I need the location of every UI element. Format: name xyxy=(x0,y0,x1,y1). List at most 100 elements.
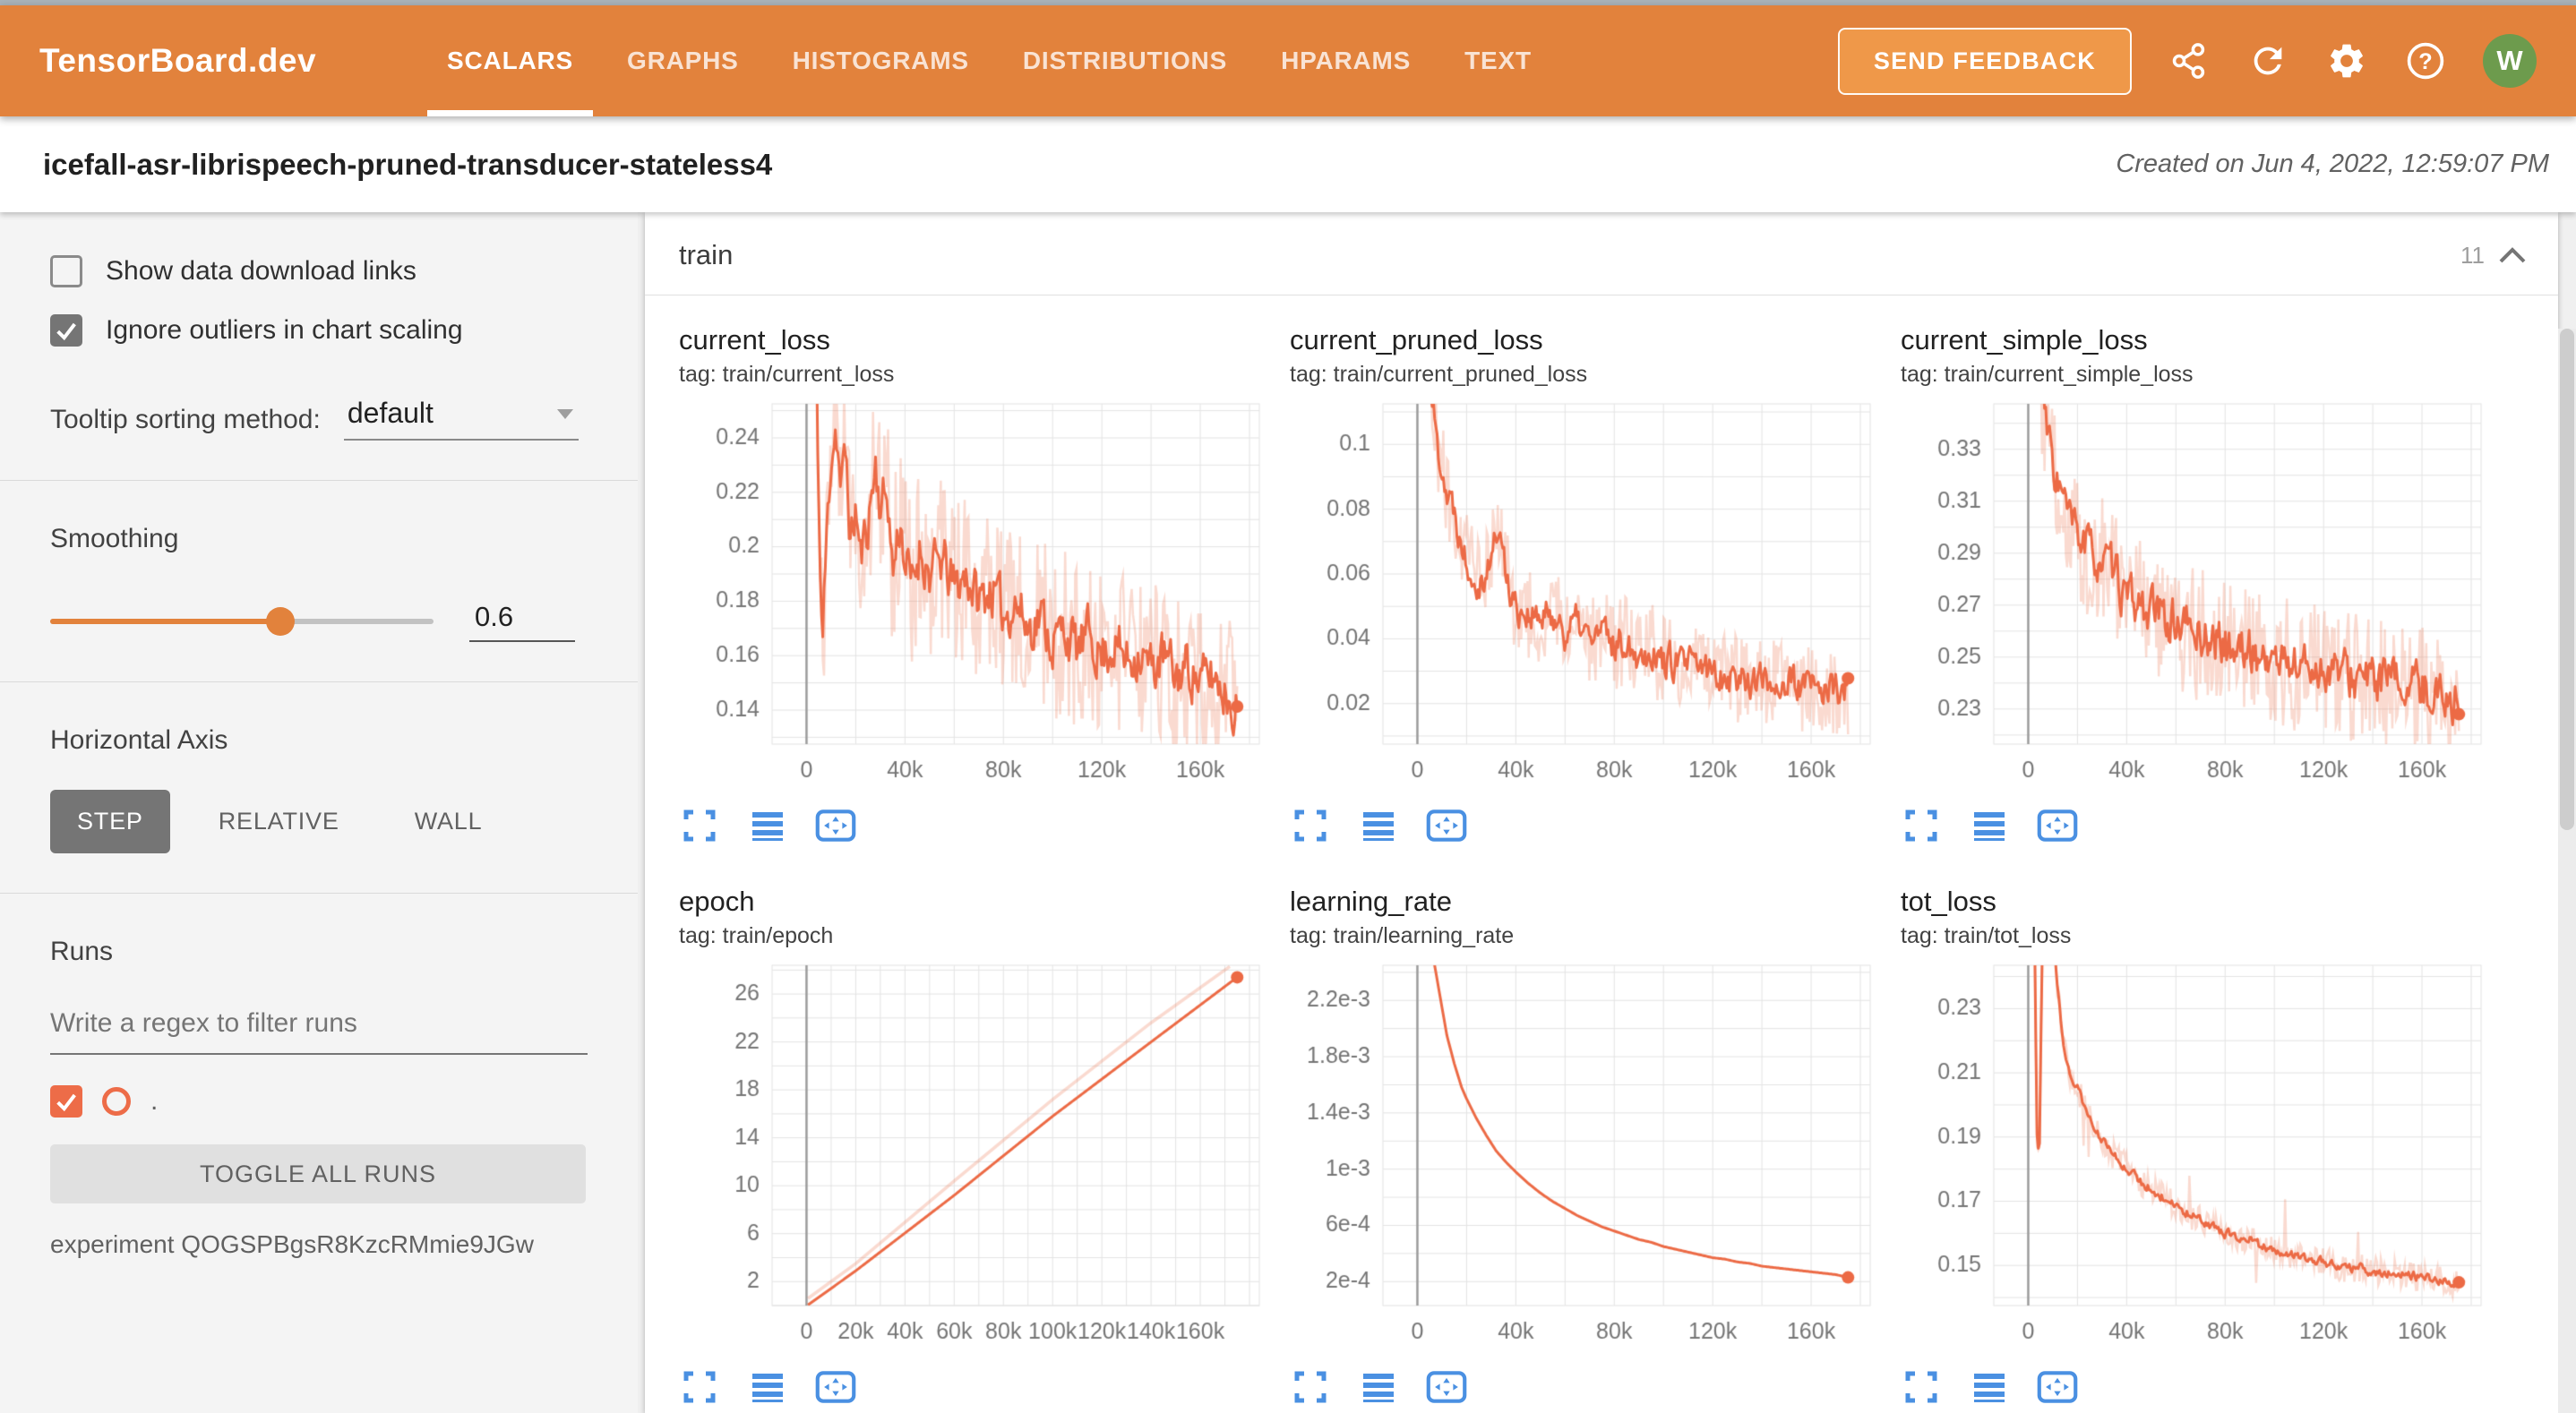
log-scale-toggle-icon[interactable] xyxy=(1358,1366,1399,1408)
chevron-down-icon xyxy=(555,407,575,420)
chart-card: current_loss tag: train/current_loss xyxy=(679,324,1270,846)
checkbox-checked-icon[interactable] xyxy=(50,314,82,347)
log-scale-toggle-icon[interactable] xyxy=(1969,805,2010,846)
tab-hparams[interactable]: HPARAMS xyxy=(1254,5,1438,116)
chart-card: current_pruned_loss tag: train/current_p… xyxy=(1290,324,1881,846)
chevron-up-icon xyxy=(2497,245,2528,265)
fit-domain-icon[interactable] xyxy=(1426,1366,1467,1408)
expand-chart-icon[interactable] xyxy=(679,1366,720,1408)
expand-chart-icon[interactable] xyxy=(1290,805,1331,846)
chart-card: learning_rate tag: train/learning_rate xyxy=(1290,886,1881,1408)
user-avatar[interactable]: W xyxy=(2483,34,2537,88)
chart-card: current_simple_loss tag: train/current_s… xyxy=(1901,324,2492,846)
axis-relative-button[interactable]: RELATIVE xyxy=(192,790,366,853)
app-logo: TensorBoard.dev xyxy=(39,42,316,80)
chart-actions xyxy=(1901,805,2492,846)
fit-domain-icon[interactable] xyxy=(2037,1366,2078,1408)
chart-actions xyxy=(679,1366,1270,1408)
tab-distributions[interactable]: DISTRIBUTIONS xyxy=(996,5,1254,116)
svg-text:?: ? xyxy=(2418,49,2432,74)
navbar-actions: SEND FEEDBACK ? W xyxy=(1838,28,2537,95)
send-feedback-button[interactable]: SEND FEEDBACK xyxy=(1838,28,2132,95)
expand-chart-icon[interactable] xyxy=(1901,805,1942,846)
checkbox-unchecked-icon[interactable] xyxy=(50,255,82,287)
smoothing-slider-thumb[interactable] xyxy=(266,607,295,636)
log-scale-toggle-icon[interactable] xyxy=(1969,1366,2010,1408)
chart-actions xyxy=(1290,1366,1881,1408)
experiment-header: icefall-asr-librispeech-pruned-transduce… xyxy=(0,116,2576,212)
smoothing-slider[interactable] xyxy=(50,619,434,624)
tooltip-sorting-select[interactable]: default xyxy=(344,397,579,441)
chart-canvas[interactable] xyxy=(1901,958,2492,1363)
chart-actions xyxy=(679,805,1270,846)
tab-histograms[interactable]: HISTOGRAMS xyxy=(766,5,996,116)
refresh-icon[interactable] xyxy=(2246,39,2289,82)
vertical-scrollbar[interactable] xyxy=(2558,329,2576,1413)
run-color-swatch[interactable] xyxy=(102,1087,131,1116)
checkbox-label: Ignore outliers in chart scaling xyxy=(106,315,463,346)
chart-title: current_pruned_loss xyxy=(1290,324,1881,356)
log-scale-toggle-icon[interactable] xyxy=(747,1366,788,1408)
chart-tag: tag: train/current_pruned_loss xyxy=(1290,362,1881,388)
content-area: Show data download links Ignore outliers… xyxy=(0,212,2576,1413)
smoothing-label: Smoothing xyxy=(50,524,588,554)
settings-gear-icon[interactable] xyxy=(2325,39,2368,82)
horizontal-axis-label: Horizontal Axis xyxy=(50,725,588,756)
ignore-outliers-checkbox-row[interactable]: Ignore outliers in chart scaling xyxy=(50,314,588,347)
show-download-links-checkbox-row[interactable]: Show data download links xyxy=(50,255,588,287)
axis-step-button[interactable]: STEP xyxy=(50,790,170,853)
tooltip-sorting-value: default xyxy=(348,397,434,430)
checkbox-label: Show data download links xyxy=(106,256,416,287)
scalars-panel: train 11 current_loss tag: train/current… xyxy=(645,212,2558,1413)
tab-graphs[interactable]: GRAPHS xyxy=(600,5,766,116)
group-title: train xyxy=(679,239,733,271)
top-navbar: TensorBoard.dev SCALARS GRAPHS HISTOGRAM… xyxy=(0,5,2576,116)
runs-label: Runs xyxy=(50,937,588,967)
chart-actions xyxy=(1290,805,1881,846)
sidebar-divider xyxy=(0,480,638,481)
fit-domain-icon[interactable] xyxy=(1426,805,1467,846)
experiment-id-text: experiment QOGSPBgsR8KzcRMmie9JGw xyxy=(50,1230,588,1259)
settings-sidebar: Show data download links Ignore outliers… xyxy=(0,212,638,1413)
run-name: . xyxy=(150,1086,158,1117)
fit-domain-icon[interactable] xyxy=(2037,805,2078,846)
scrollbar-thumb[interactable] xyxy=(2560,329,2574,830)
run-list-item[interactable]: . xyxy=(50,1085,588,1118)
run-checkbox-checked-icon[interactable] xyxy=(50,1085,82,1118)
toggle-all-runs-button[interactable]: TOGGLE ALL RUNS xyxy=(50,1144,586,1203)
charts-grid: current_loss tag: train/current_loss xyxy=(645,295,2558,1413)
chart-canvas[interactable] xyxy=(1290,958,1881,1363)
tab-text[interactable]: TEXT xyxy=(1438,5,1558,116)
group-chart-count: 11 xyxy=(2460,242,2485,270)
chart-canvas[interactable] xyxy=(1901,397,2492,801)
chart-tag: tag: train/current_simple_loss xyxy=(1901,362,2492,388)
sidebar-divider xyxy=(0,681,638,682)
axis-wall-button[interactable]: WALL xyxy=(388,790,510,853)
chart-tag: tag: train/current_loss xyxy=(679,362,1270,388)
chart-canvas[interactable] xyxy=(679,397,1270,801)
chart-canvas[interactable] xyxy=(679,958,1270,1363)
log-scale-toggle-icon[interactable] xyxy=(747,805,788,846)
smoothing-slider-fill xyxy=(50,619,280,624)
chart-title: epoch xyxy=(679,886,1270,918)
chart-title: tot_loss xyxy=(1901,886,2492,918)
chart-canvas[interactable] xyxy=(1290,397,1881,801)
chart-card: tot_loss tag: train/tot_loss xyxy=(1901,886,2492,1408)
train-group-header[interactable]: train 11 xyxy=(645,212,2558,295)
smoothing-value-field[interactable]: 0.6 xyxy=(469,601,575,642)
chart-actions xyxy=(1901,1366,2492,1408)
share-icon[interactable] xyxy=(2168,39,2211,82)
expand-chart-icon[interactable] xyxy=(1290,1366,1331,1408)
expand-chart-icon[interactable] xyxy=(679,805,720,846)
fit-domain-icon[interactable] xyxy=(815,1366,856,1408)
tooltip-sorting-label: Tooltip sorting method: xyxy=(50,405,321,441)
created-timestamp: Created on Jun 4, 2022, 12:59:07 PM xyxy=(2116,150,2549,179)
expand-chart-icon[interactable] xyxy=(1901,1366,1942,1408)
log-scale-toggle-icon[interactable] xyxy=(1358,805,1399,846)
chart-card: epoch tag: train/epoch xyxy=(679,886,1270,1408)
tab-scalars[interactable]: SCALARS xyxy=(420,5,600,116)
help-icon[interactable]: ? xyxy=(2404,39,2447,82)
chart-tag: tag: train/learning_rate xyxy=(1290,923,1881,949)
fit-domain-icon[interactable] xyxy=(815,805,856,846)
runs-filter-input[interactable] xyxy=(50,1005,588,1055)
